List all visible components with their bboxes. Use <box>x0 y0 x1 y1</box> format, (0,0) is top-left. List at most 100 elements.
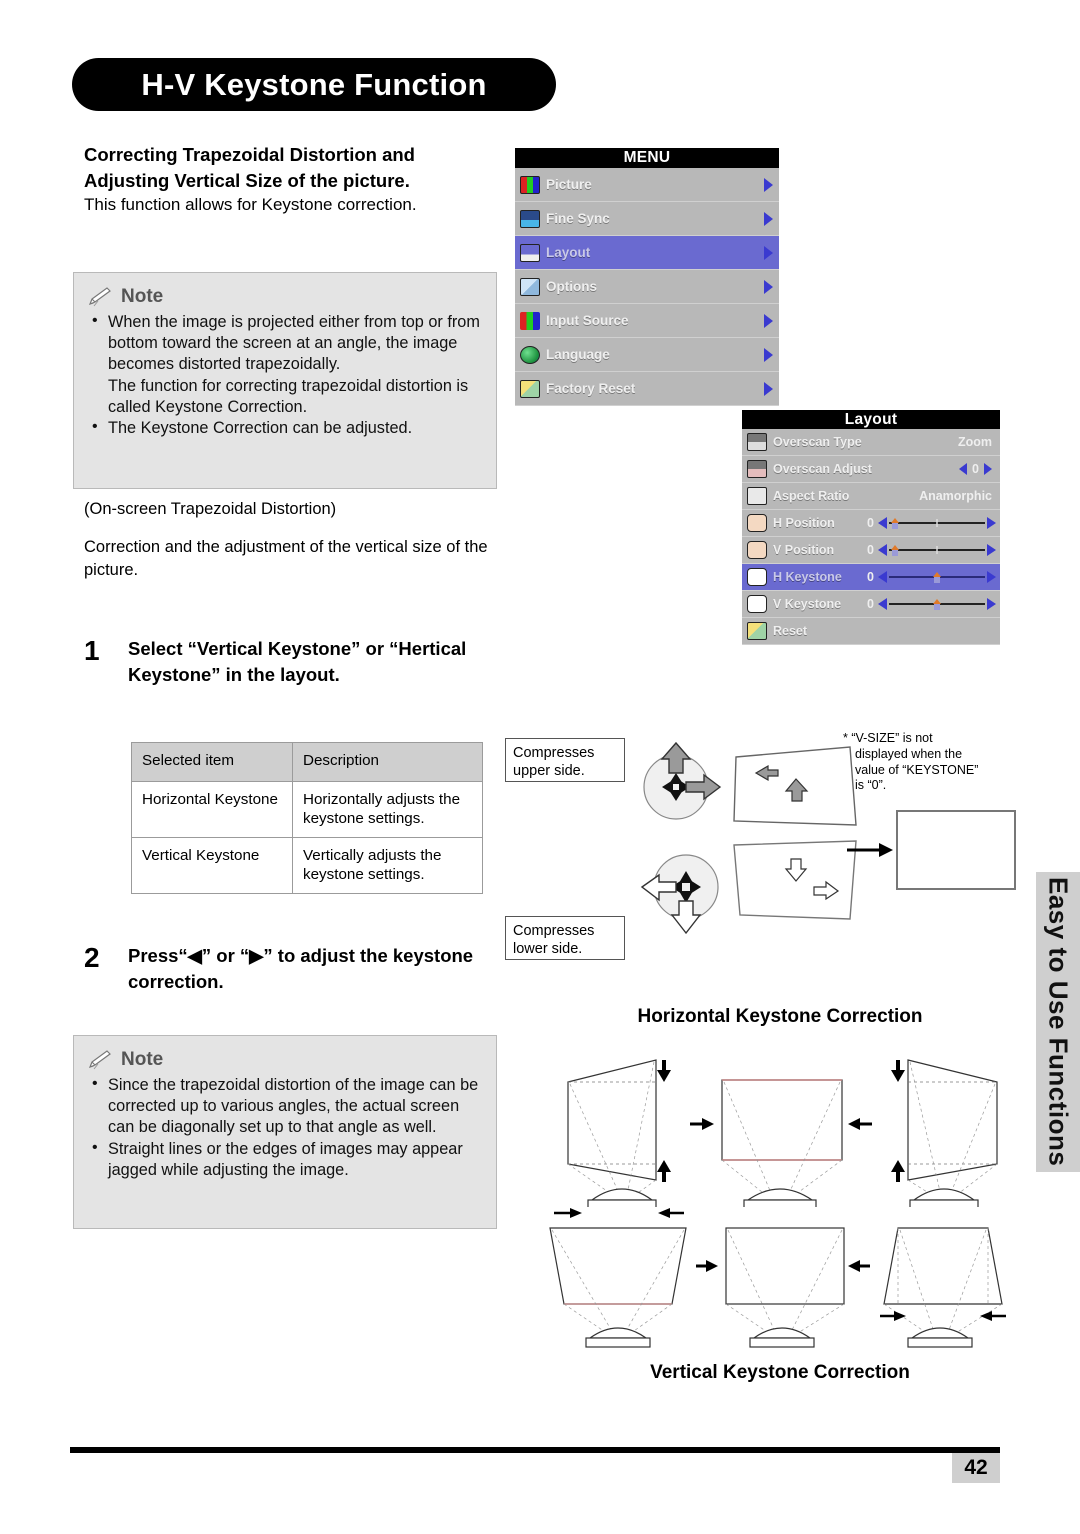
v-keystone-slider[interactable] <box>878 596 996 612</box>
table-header-row: Selected item Description <box>131 742 483 782</box>
osd-menu-label: Language <box>546 347 610 362</box>
osd-menu-label: Picture <box>546 177 592 192</box>
osd-layout-label: V Keystone <box>773 597 842 611</box>
osd-layout-label: Overscan Type <box>773 435 862 449</box>
osd-menu-label: Options <box>546 279 597 294</box>
arrow-right-icon <box>702 1118 714 1130</box>
osd-layout-value: 0 <box>867 570 874 584</box>
arrow-down-icon <box>657 1070 671 1082</box>
note-item: Straight lines or the edges of images ma… <box>90 1138 482 1181</box>
v-position-icon <box>747 541 767 559</box>
step-2-number: 2 <box>84 942 100 973</box>
osd-layout-item-v-position[interactable]: V Position 0 <box>742 537 1000 564</box>
h-keystone-slider[interactable] <box>878 569 996 585</box>
chevron-right-icon <box>764 211 773 226</box>
vsize-note-line4: is “0”. <box>855 778 887 793</box>
arrow-up-icon <box>891 1160 905 1172</box>
footer-rule <box>70 1447 1000 1453</box>
table-row: Vertical Keystone Vertically adjusts the… <box>131 836 483 894</box>
keystone-options-table: Selected item Description Horizontal Key… <box>131 742 483 894</box>
osd-layout-value: Zoom <box>957 435 992 449</box>
layout-icon <box>520 243 540 262</box>
page-number: 42 <box>952 1453 1000 1483</box>
arrow-right-icon <box>706 1260 718 1272</box>
osd-main-title: MENU <box>515 148 779 168</box>
osd-layout-label: Aspect Ratio <box>773 489 850 503</box>
body-line-1: (On-screen Trapezoidal Distortion) <box>84 500 337 518</box>
osd-layout-value: Anamorphic <box>919 489 992 503</box>
osd-menu-item-language[interactable]: Language <box>515 338 779 372</box>
osd-menu-label: Fine Sync <box>546 211 610 226</box>
note-label-2: Note <box>121 1049 164 1070</box>
osd-menu-item-input-source[interactable]: Input Source <box>515 304 779 338</box>
note-label-1: Note <box>121 286 164 307</box>
osd-main-menu[interactable]: MENU Picture Fine Sync Layout Options In… <box>515 148 779 406</box>
vsize-note-line2: displayed when the <box>855 746 963 761</box>
osd-layout-spinner[interactable]: 0 <box>959 462 992 476</box>
arrow-left-icon[interactable] <box>959 463 968 475</box>
horizontal-section-title: Horizontal Keystone Correction <box>637 1006 923 1027</box>
vertical-keystone-diagram <box>549 1208 1006 1348</box>
note-list-1: When the image is projected either from … <box>74 311 496 439</box>
chevron-right-icon <box>764 245 773 260</box>
fine-sync-icon <box>520 209 540 228</box>
osd-layout-item-reset[interactable]: Reset <box>742 618 1000 645</box>
note-box-2: Note Since the trapezoidal distortion of… <box>73 1035 497 1229</box>
osd-layout-item-v-keystone[interactable]: V Keystone 0 <box>742 591 1000 618</box>
chevron-right-icon <box>764 177 773 192</box>
note-list-2: Since the trapezoidal distortion of the … <box>74 1074 496 1181</box>
osd-layout-label: H Position <box>773 516 835 530</box>
h-position-slider[interactable] <box>878 515 996 531</box>
arrow-right-icon <box>570 1208 582 1218</box>
osd-menu-label: Input Source <box>546 313 629 328</box>
osd-menu-item-factory-reset[interactable]: Factory Reset <box>515 372 779 406</box>
h-keystone-icon <box>747 568 767 586</box>
osd-layout-item-h-keystone[interactable]: H Keystone 0 <box>742 564 1000 591</box>
osd-menu-item-options[interactable]: Options <box>515 270 779 304</box>
osd-layout-item-overscan-adjust[interactable]: Overscan Adjust 0 <box>742 456 1000 483</box>
projector-vertical-center <box>749 1327 815 1348</box>
osd-layout-title: Layout <box>742 410 1000 429</box>
caption-compresses-upper: Compresses upper side. <box>505 738 625 782</box>
note-title-1: Note <box>88 286 496 308</box>
osd-layout-item-aspect-ratio[interactable]: Aspect Ratio Anamorphic <box>742 483 1000 510</box>
v-position-slider[interactable] <box>878 542 996 558</box>
horizontal-keystone-diagram <box>567 1059 998 1207</box>
vsize-note-line1: * “V-SIZE” is not <box>843 731 933 745</box>
step-2-text: Press“◀” or “▶” to adjust the keystone c… <box>128 945 474 992</box>
chevron-right-icon <box>764 313 773 328</box>
step-1: 1 Select “Vertical Keystone” or “Hertica… <box>84 636 504 687</box>
osd-layout-value: 0 <box>867 516 874 530</box>
dpad-trapezoid-diagram <box>640 741 857 935</box>
osd-layout-value: 0 <box>972 462 979 476</box>
corrected-screen-box <box>896 810 1016 890</box>
chevron-right-icon <box>764 279 773 294</box>
arrow-left-icon <box>658 1208 670 1218</box>
osd-layout-value: 0 <box>867 543 874 557</box>
osd-layout-value: 0 <box>867 597 874 611</box>
v-keystone-icon <box>747 595 767 613</box>
osd-layout-label: Overscan Adjust <box>773 462 872 476</box>
factory-reset-icon <box>520 379 540 398</box>
osd-menu-item-picture[interactable]: Picture <box>515 168 779 202</box>
osd-menu-label: Layout <box>546 245 591 260</box>
vsize-note: * “V-SIZE” is not displayed when the val… <box>843 731 1028 794</box>
table-cell-description: Horizontally adjusts the keystone settin… <box>292 781 483 838</box>
osd-layout-menu[interactable]: Layout Overscan Type Zoom Overscan Adjus… <box>742 410 1000 645</box>
aspect-ratio-icon <box>747 487 767 505</box>
overscan-adjust-icon <box>747 460 767 478</box>
osd-layout-item-overscan-type[interactable]: Overscan Type Zoom <box>742 429 1000 456</box>
note-item: The function for correcting trapezoidal … <box>108 376 469 416</box>
reset-icon <box>747 622 767 640</box>
pencil-icon <box>88 1050 111 1070</box>
osd-menu-item-layout[interactable]: Layout <box>515 236 779 270</box>
language-icon <box>520 345 540 364</box>
step-1-number: 1 <box>84 635 100 666</box>
arrow-right-icon[interactable] <box>984 463 992 475</box>
osd-menu-label: Factory Reset <box>546 381 636 396</box>
note-item: The Keystone Correction can be adjusted. <box>90 417 482 439</box>
osd-menu-item-fine-sync[interactable]: Fine Sync <box>515 202 779 236</box>
osd-layout-item-h-position[interactable]: H Position 0 <box>742 510 1000 537</box>
page-title: H-V Keystone Function <box>141 66 487 102</box>
picture-icon <box>520 175 540 194</box>
